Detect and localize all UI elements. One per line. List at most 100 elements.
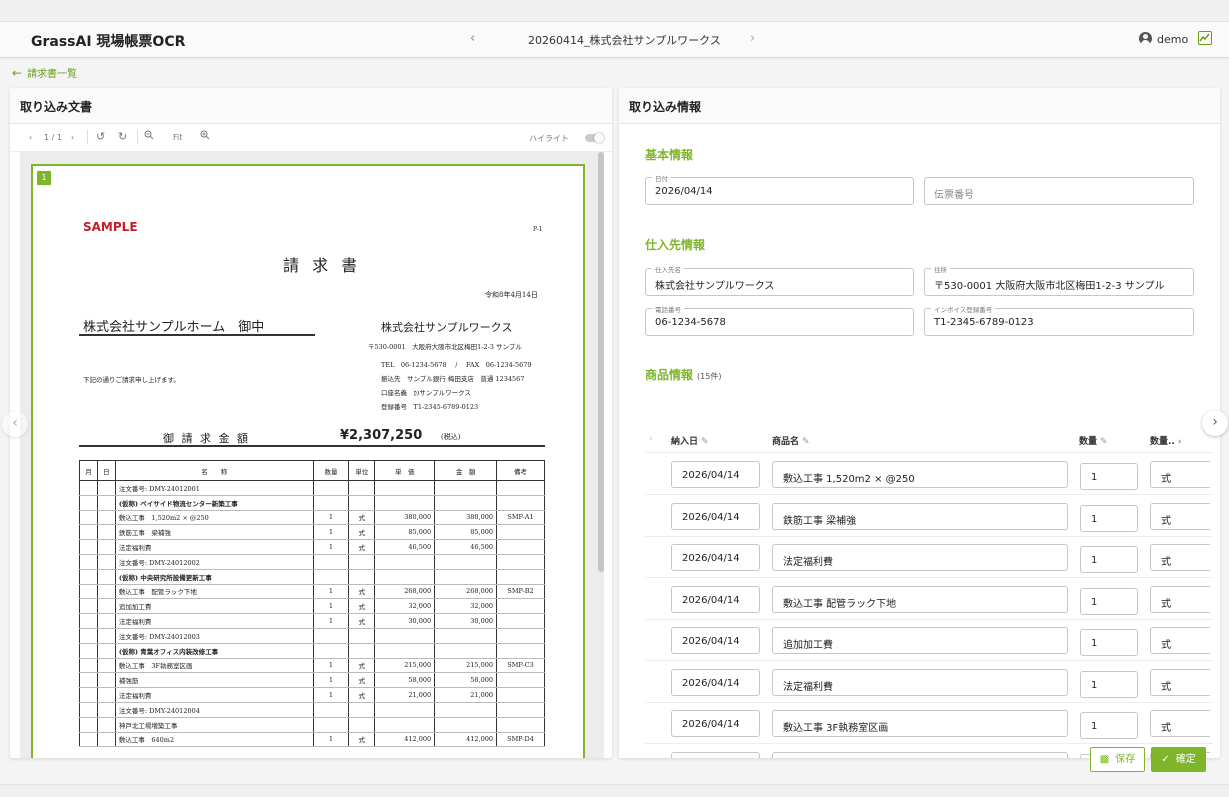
back-to-invoice-list[interactable]: ← 請求書一覧 [12,65,77,80]
left-collapse-button[interactable]: ‹ [2,411,28,437]
item-date-input[interactable]: 2026/04/14 [671,585,760,613]
cell-month [79,553,98,570]
address-field[interactable]: 住所 〒530-0001 大阪府大阪市北区梅田1-2-3 サンプル [924,264,1194,296]
cell-month [79,627,98,644]
confirm-button[interactable]: ✓ 確定 [1151,747,1206,772]
item-name-input[interactable]: 鉄筋工事 梁補強 [772,502,1068,530]
item-unit-input[interactable]: 式 [1150,710,1210,737]
item-date-input[interactable]: 2026/04/14 [671,668,760,696]
header-unit[interactable]: 数量.. › [1150,434,1181,447]
invoice-row: 注文番号: DMY-24012003 [79,627,545,644]
item-row: 2026/04/14 法定福利費 1 式 [645,536,1213,578]
cell-name: 注文番号: DMY-24012004 [114,701,314,718]
item-name-input[interactable]: 敷込工事 配管ラック下地 [772,585,1068,613]
cell-amount: 380,000 [434,510,497,526]
cell-day [96,584,116,600]
zoom-in-icon[interactable] [200,130,210,142]
item-row: 2026/04/14 追加加工費 1 式 [645,619,1213,661]
item-qty-input[interactable]: 1 [1080,504,1138,532]
item-name-input[interactable]: 敷込工事 3F執務室区画 [772,710,1068,737]
item-unit-input-value: 式 [1161,557,1171,568]
item-date-input-value: 2026/04/14 [682,594,740,606]
date-field[interactable]: 日付 2026/04/14 [645,173,914,205]
user-icon[interactable] [1139,32,1152,45]
imported-info-panel: 取り込み情報 基本情報 日付 2026/04/14 伝票番号 仕入先情報 仕入先… [619,88,1220,758]
cell-qty: 1 [312,672,350,689]
item-name-input[interactable]: 補強筋 [772,751,1068,758]
user-name[interactable]: demo [1157,33,1188,46]
slip-number-field[interactable]: 伝票番号 [924,177,1194,205]
rotate-left-icon[interactable]: ↺ [96,130,105,143]
invoice-row: 法定福利費 1 式 21,000 21,000 [79,687,545,703]
rotate-right-icon[interactable]: ↻ [118,130,127,143]
zoom-out-icon[interactable] [144,130,154,142]
item-unit-input[interactable]: 式 [1150,544,1210,571]
item-unit-input[interactable]: 式 [1150,585,1210,613]
document-viewer[interactable]: 1 SAMPLE P-1 請 求 書 令和8年4月14日 株式会社サンプルホーム… [20,152,604,758]
item-date-input[interactable]: 2026/04/14 [671,544,760,571]
item-date-input[interactable]: 2026/04/14 [671,710,760,737]
item-qty-input[interactable]: 1 [1080,712,1138,739]
cell-qty: 1 [312,584,350,600]
invoice-registration-field[interactable]: インボイス登録番号 T1-2345-6789-0123 [924,304,1194,336]
cell-amount [434,480,497,496]
item-date-input[interactable]: 2026/04/14 [671,751,760,758]
recipient-underline [79,334,315,336]
cell-note: SMP-B2 [496,584,545,600]
viewer-scrollbar[interactable] [598,152,604,572]
item-qty-input[interactable]: 1 [1080,546,1138,573]
scroll-left-icon[interactable]: ‹ [649,434,653,444]
cell-qty [312,480,350,496]
item-date-input[interactable]: 2026/04/14 [671,461,760,488]
item-unit-input[interactable]: 式 [1150,461,1210,488]
item-qty-input[interactable]: 1 [1080,629,1138,656]
phone-field[interactable]: 電話番号 06-1234-5678 [645,304,914,336]
save-button[interactable]: ▩ 保存 [1090,747,1145,772]
invoice-row: 法定福利費 1 式 46,500 46,500 [79,539,545,555]
item-name-input[interactable]: 法定福利費 [772,544,1068,571]
cell-note [496,687,545,703]
total-tax-note: (税込) [441,433,461,441]
right-expand-button[interactable]: › [1202,410,1228,436]
chart-icon[interactable] [1198,31,1212,45]
cell-note [496,553,545,570]
item-date-input[interactable]: 2026/04/14 [671,502,760,530]
header-quantity[interactable]: 数量 ✎ [1079,434,1108,447]
item-name-input[interactable]: 法定福利費 [772,668,1068,696]
next-document-button[interactable]: › [750,31,755,46]
cell-note [496,598,545,615]
cell-unit: 式 [348,539,376,555]
cell-month [79,569,98,585]
cell-day [96,658,116,674]
item-unit-input[interactable]: 式 [1150,627,1210,654]
header-product-name[interactable]: 商品名 ✎ [772,434,810,447]
item-name-input[interactable]: 敷込工事 1,520m2 × @250 [772,461,1068,488]
cell-unit [348,480,376,496]
item-unit-input[interactable]: 式 [1150,668,1210,696]
header-delivery-date[interactable]: 納入日 ✎ [671,434,709,447]
item-name-input[interactable]: 追加加工費 [772,627,1068,654]
item-qty-input[interactable]: 1 [1080,463,1138,490]
invoice-row: 神戸北工場増築工事 [79,717,545,733]
fit-button[interactable]: Fit [173,133,182,142]
item-unit-input[interactable]: 式 [1150,502,1210,530]
item-qty-input-value: 1 [1091,555,1098,566]
item-date-input[interactable]: 2026/04/14 [671,627,760,654]
invoice-page-number: P-1 [533,226,543,233]
highlight-toggle[interactable] [585,133,604,143]
invoice-row: 注文番号: DMY-24012004 [79,701,545,718]
invoice-table-header: 月 日 名 称 数量 単位 単 価 金 額 備考 [79,460,545,481]
viewer-prev-page[interactable]: ‹ [29,133,32,142]
cell-month [79,524,98,541]
prev-document-button[interactable]: ‹ [470,31,475,46]
edit-pencil-icon: ✎ [1100,437,1108,447]
item-qty-input[interactable]: 1 [1080,670,1138,698]
supplier-name-field[interactable]: 仕入先名 株式会社サンプルワークス [645,264,914,296]
item-qty-input[interactable]: 1 [1080,587,1138,615]
col-note: 備考 [496,460,545,481]
invoice-issuer: 株式会社サンプルワークス [381,321,513,334]
viewer-next-page[interactable]: › [71,133,74,142]
item-qty-input-value: 1 [1091,513,1098,525]
col-month: 月 [79,460,98,481]
cell-amount: 21,000 [434,687,497,703]
